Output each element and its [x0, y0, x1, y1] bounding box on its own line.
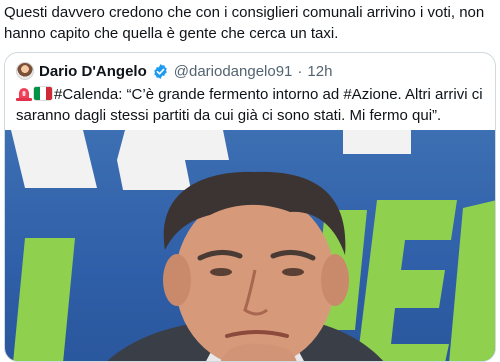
rotating-light-icon [16, 88, 32, 101]
separator-dot: · [297, 62, 303, 80]
verified-badge-icon [154, 63, 167, 79]
quoted-tweet-card[interactable]: Dario D'Angelo @dariodangelo91 · 12h #Ca… [4, 52, 496, 362]
tweet-text: Questi davvero credono che con i consigl… [4, 4, 485, 42]
quoted-tweet-text-block: #Calenda: “C’è grande fermento intorno a… [16, 84, 486, 126]
italy-flag-icon [34, 87, 52, 100]
photo-illustration [11, 130, 495, 361]
display-name[interactable]: Dario D'Angelo [39, 63, 147, 80]
quoted-tweet-header: Dario D'Angelo @dariodangelo91 · 12h [16, 61, 332, 81]
timestamp[interactable]: 12h [307, 63, 332, 80]
quoted-tweet-text: #Calenda: “C’è grande fermento intorno a… [16, 86, 483, 124]
tweet-photo[interactable] [5, 130, 495, 361]
avatar[interactable] [16, 62, 34, 80]
handle[interactable]: @dariodangelo91 [174, 63, 293, 80]
